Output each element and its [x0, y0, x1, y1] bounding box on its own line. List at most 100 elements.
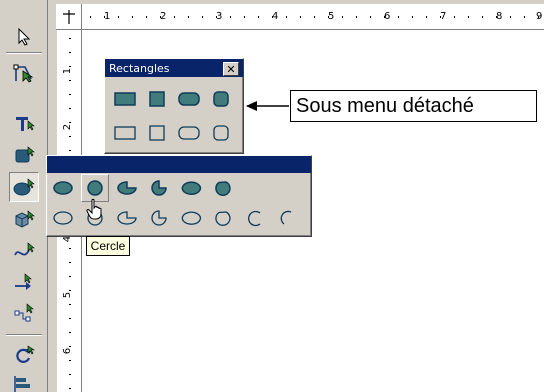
select-tool-button[interactable] — [9, 22, 39, 52]
3d-objects-tool-button[interactable] — [9, 204, 39, 234]
filled-circle-icon — [87, 180, 103, 196]
ellipses-popup-drag-bar[interactable] — [47, 156, 311, 173]
filled-rectangle-button[interactable] — [111, 85, 139, 113]
toolbar-separator — [6, 52, 42, 54]
ruler-tick — [342, 16, 343, 18]
ellipse-arc-button[interactable] — [241, 204, 269, 232]
rectangle-button[interactable] — [111, 119, 139, 147]
ruler-number: 9 — [536, 11, 543, 22]
circle-pie-outline-icon — [151, 210, 167, 226]
filled-circle-segment-icon — [215, 181, 231, 197]
filled-rounded-rectangle-icon — [178, 92, 200, 106]
ruler-tick — [69, 94, 71, 95]
ruler-tick — [69, 318, 71, 319]
ruler-tick — [454, 16, 455, 18]
ruler-tick — [370, 16, 371, 18]
ruler-tick — [244, 16, 245, 18]
ellipse-outline-icon — [53, 211, 73, 225]
filled-ellipse-pie-icon — [117, 181, 137, 195]
ruler-tick — [524, 16, 525, 18]
rectangle-outline-icon — [114, 126, 136, 140]
ruler-origin-corner[interactable] — [56, 4, 82, 30]
filled-circle-segment-button[interactable] — [209, 174, 237, 202]
ruler-tick — [174, 16, 175, 18]
ruler-tick — [426, 16, 427, 18]
ruler-number: 7 — [440, 11, 447, 22]
ellipse-pie-button[interactable] — [113, 204, 141, 232]
rectangles-palette-title: Rectangles — [109, 61, 170, 75]
filled-ellipse-button[interactable] — [49, 174, 77, 202]
ruler-tick — [69, 304, 71, 305]
filled-rounded-rectangle-button[interactable] — [175, 85, 203, 113]
tooltip: Cercle — [86, 236, 130, 256]
filled-rounded-square-icon — [213, 91, 229, 107]
hand-cursor-icon — [86, 198, 102, 220]
filled-rectangle-icon — [114, 92, 136, 106]
ruler-tick — [69, 150, 71, 151]
connectors-tool-button[interactable] — [9, 298, 39, 328]
close-icon: ✕ — [226, 62, 236, 76]
ruler-number: 1 — [104, 11, 111, 22]
filled-ellipse-segment-button[interactable] — [177, 174, 205, 202]
ellipse-segment-outline-icon — [181, 211, 202, 225]
ellipses-tool-button[interactable] — [9, 172, 39, 202]
ellipse-pie-outline-icon — [117, 211, 137, 225]
edit-points-icon — [13, 64, 34, 83]
rectangle-icon — [15, 146, 35, 163]
ruler-number: 5 — [328, 11, 335, 22]
close-button[interactable]: ✕ — [223, 62, 239, 76]
arrow-line-icon — [15, 273, 32, 290]
ruler-number: 6 — [384, 11, 391, 22]
circle-segment-button[interactable] — [209, 204, 237, 232]
rectangles-tool-button[interactable] — [9, 140, 39, 170]
ruler-tick — [69, 80, 71, 81]
filled-ellipse-icon — [53, 181, 73, 195]
filled-rounded-square-button[interactable] — [207, 85, 235, 113]
align-tool-button[interactable] — [9, 370, 39, 392]
ellipse-arc-icon — [248, 210, 261, 227]
ruler-number: 1 — [62, 67, 74, 75]
callout-arrow — [246, 101, 289, 111]
filled-ellipse-segment-icon — [181, 181, 202, 195]
ruler-tick — [69, 332, 71, 333]
rounded-square-button[interactable] — [207, 119, 235, 147]
curve-icon — [14, 242, 35, 256]
ellipses-popup-menu — [46, 155, 312, 237]
circle-segment-outline-icon — [215, 211, 231, 226]
ruler-tick — [188, 16, 189, 18]
rounded-rectangle-button[interactable] — [175, 119, 203, 147]
ruler-number: 2 — [160, 11, 167, 22]
drawing-toolbar — [0, 0, 48, 392]
ellipse-segment-button[interactable] — [177, 204, 205, 232]
square-outline-icon — [149, 125, 165, 141]
rounded-square-outline-icon — [213, 125, 229, 141]
horizontal-ruler-ticks — [90, 16, 539, 18]
rotate-tool-button[interactable] — [9, 340, 39, 370]
ruler-number: 8 — [496, 11, 503, 22]
ruler-tick — [300, 16, 301, 18]
filled-circle-pie-icon — [151, 180, 167, 196]
text-tool-button[interactable] — [9, 108, 39, 138]
ruler-tick — [69, 52, 71, 53]
align-icon — [14, 376, 30, 392]
filled-square-icon — [149, 91, 165, 107]
ellipse-button[interactable] — [49, 204, 77, 232]
circle-arc-button[interactable] — [273, 204, 301, 232]
ruler-tick — [286, 16, 287, 18]
filled-square-button[interactable] — [143, 85, 171, 113]
lines-tool-button[interactable] — [9, 268, 39, 298]
toolbar-separator — [6, 334, 42, 336]
curves-tool-button[interactable] — [9, 236, 39, 266]
ruler-number: 5 — [62, 291, 74, 299]
circle-pie-button[interactable] — [145, 204, 173, 232]
ruler-tick — [69, 262, 71, 263]
rotate-icon — [16, 345, 35, 363]
circle-arc-icon — [280, 210, 292, 225]
ruler-tick — [69, 374, 71, 375]
ruler-tick — [69, 276, 71, 277]
crosshair-icon — [62, 9, 75, 24]
filled-circle-pie-button[interactable] — [145, 174, 173, 202]
filled-ellipse-pie-button[interactable] — [113, 174, 141, 202]
points-tool-button[interactable] — [9, 58, 39, 88]
square-button[interactable] — [143, 119, 171, 147]
